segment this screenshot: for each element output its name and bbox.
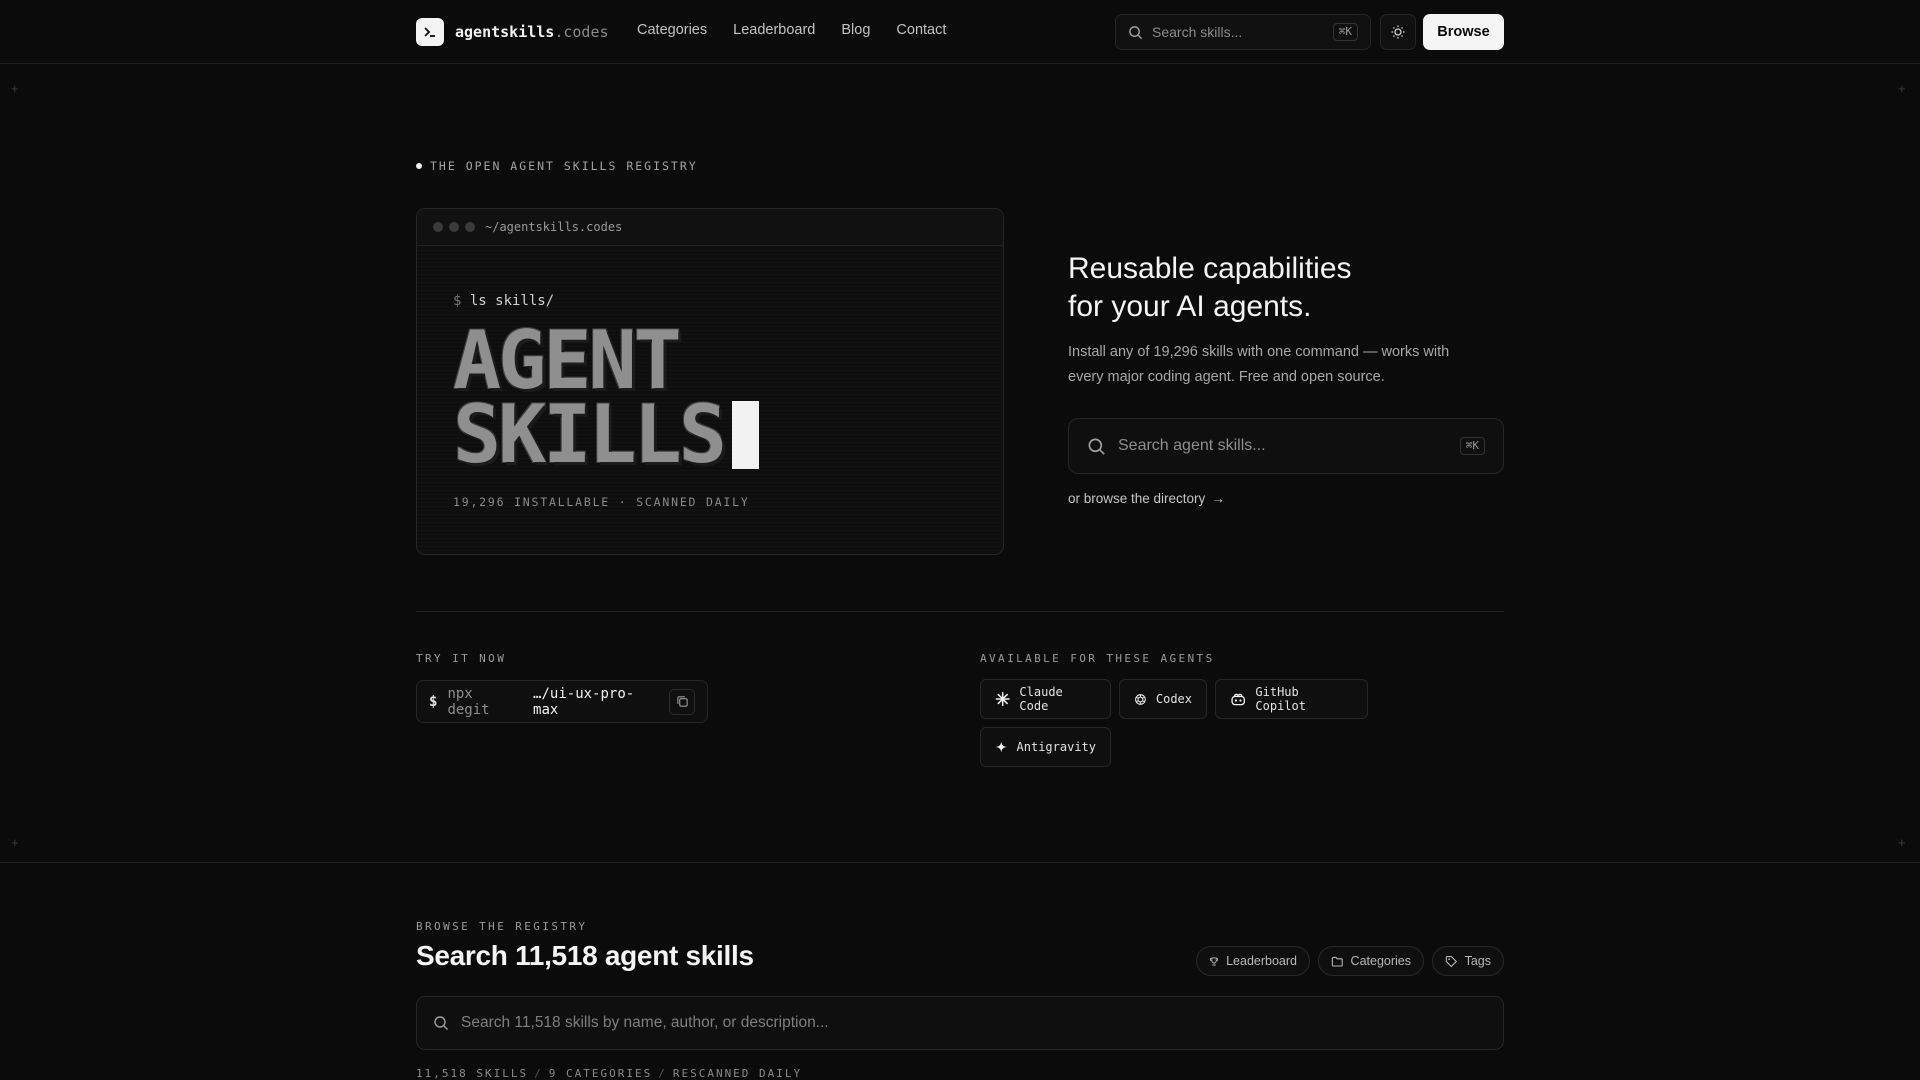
terminal-logo-icon [416, 18, 444, 46]
nav-blog[interactable]: Blog [841, 22, 870, 38]
copy-icon [676, 696, 688, 707]
section-divider [0, 862, 1920, 863]
terminal-title-bar: ~/agentskills.codes [417, 209, 1003, 246]
try-it-label: TRY IT NOW [416, 652, 507, 665]
install-command-box[interactable]: $ npx degit …/ui-ux-pro-max [416, 680, 708, 723]
command-prefix: npx degit [447, 685, 490, 718]
nav-categories[interactable]: Categories [637, 22, 707, 38]
corner-plus-mark: + [1898, 835, 1906, 850]
agent-chip-codex[interactable]: Codex [1119, 679, 1207, 719]
brand-name: agentskills.codes [455, 23, 609, 41]
hero-eyebrow-text: THE OPEN AGENT SKILLS REGISTRY [430, 159, 698, 173]
browse-eyebrow: BROWSE THE REGISTRY [416, 920, 588, 933]
header-search-input[interactable]: Search skills... ⌘K [1115, 14, 1371, 50]
site-header: agentskills.codes Categories Leaderboard… [0, 0, 1920, 64]
registry-search-input[interactable]: Search 11,518 skills by name, author, or… [416, 996, 1504, 1050]
registry-stats: 11,518 SKILLS/9 CATEGORIES / RESCANNED DAI… [416, 1067, 803, 1080]
terminal-stats: 19,296 INSTALLABLE · SCANNED DAILY [453, 495, 750, 509]
command-package: …/ui-ux-pro-max [533, 685, 635, 718]
search-shortcut-badge: ⌘K [1459, 437, 1485, 455]
sun-icon [1391, 25, 1405, 39]
registry-search-placeholder: Search 11,518 skills by name, author, or… [461, 1014, 829, 1031]
search-icon [1129, 25, 1143, 39]
openai-icon [1135, 693, 1146, 705]
section-divider [416, 611, 1504, 612]
browse-directory-link[interactable]: or browse the directory → [1068, 491, 1225, 506]
theme-toggle-button[interactable] [1380, 14, 1416, 50]
window-dot-icon [449, 222, 459, 232]
window-dot-icon [465, 222, 475, 232]
corner-plus-mark: + [11, 835, 19, 850]
site-logo[interactable]: agentskills.codes [416, 18, 609, 46]
terminal-headline-skills: SKILLS [453, 395, 759, 475]
browse-title: Search 11,518 agent skills [416, 940, 754, 971]
terminal-window: ~/agentskills.codes $ ls skills/ AGENT S… [416, 208, 1004, 555]
agent-chip-github-copilot[interactable]: GitHub Copilot [1215, 679, 1368, 719]
search-icon [1088, 438, 1105, 455]
header-search-placeholder: Search skills... [1152, 24, 1243, 40]
folder-icon [1331, 956, 1343, 967]
terminal-command: $ ls skills/ [453, 293, 555, 309]
trophy-icon [1210, 956, 1219, 966]
sparkle-icon [995, 741, 1007, 753]
hero-eyebrow: THE OPEN AGENT SKILLS REGISTRY [416, 159, 698, 173]
pill-leaderboard[interactable]: Leaderboard [1196, 946, 1310, 976]
claude-icon [995, 691, 1010, 707]
corner-plus-mark: + [1898, 81, 1906, 96]
agents-label: AVAILABLE FOR THESE AGENTS [980, 652, 1215, 665]
corner-plus-mark: + [11, 81, 19, 96]
search-icon [434, 1016, 448, 1030]
hero-title: Reusable capabilities for your AI agents. [1068, 252, 1352, 323]
arrow-right-icon: → [1211, 491, 1225, 506]
copilot-icon [1231, 693, 1246, 705]
pill-tags[interactable]: Tags [1432, 946, 1504, 976]
nav-contact[interactable]: Contact [896, 22, 946, 38]
hero-search-input[interactable]: Search agent skills... ⌘K [1068, 418, 1504, 474]
status-dot-icon [416, 163, 422, 169]
terminal-path: ~/agentskills.codes [485, 220, 623, 234]
pill-categories[interactable]: Categories [1318, 946, 1424, 976]
hero-description: Install any of 19,296 skills with one co… [1068, 344, 1450, 385]
nav-leaderboard[interactable]: Leaderboard [733, 22, 815, 38]
tag-icon [1445, 955, 1458, 967]
browse-button[interactable]: Browse [1423, 14, 1504, 50]
hero-search-placeholder: Search agent skills... [1118, 437, 1266, 454]
main-nav: Categories Leaderboard Blog Contact [637, 22, 946, 38]
agent-chip-claude-code[interactable]: Claude Code [980, 679, 1111, 719]
terminal-cursor [731, 401, 759, 469]
search-shortcut-badge: ⌘K [1332, 23, 1358, 41]
agent-chip-antigravity[interactable]: Antigravity [980, 727, 1111, 767]
window-dot-icon [433, 222, 443, 232]
copy-command-button[interactable] [669, 688, 695, 715]
